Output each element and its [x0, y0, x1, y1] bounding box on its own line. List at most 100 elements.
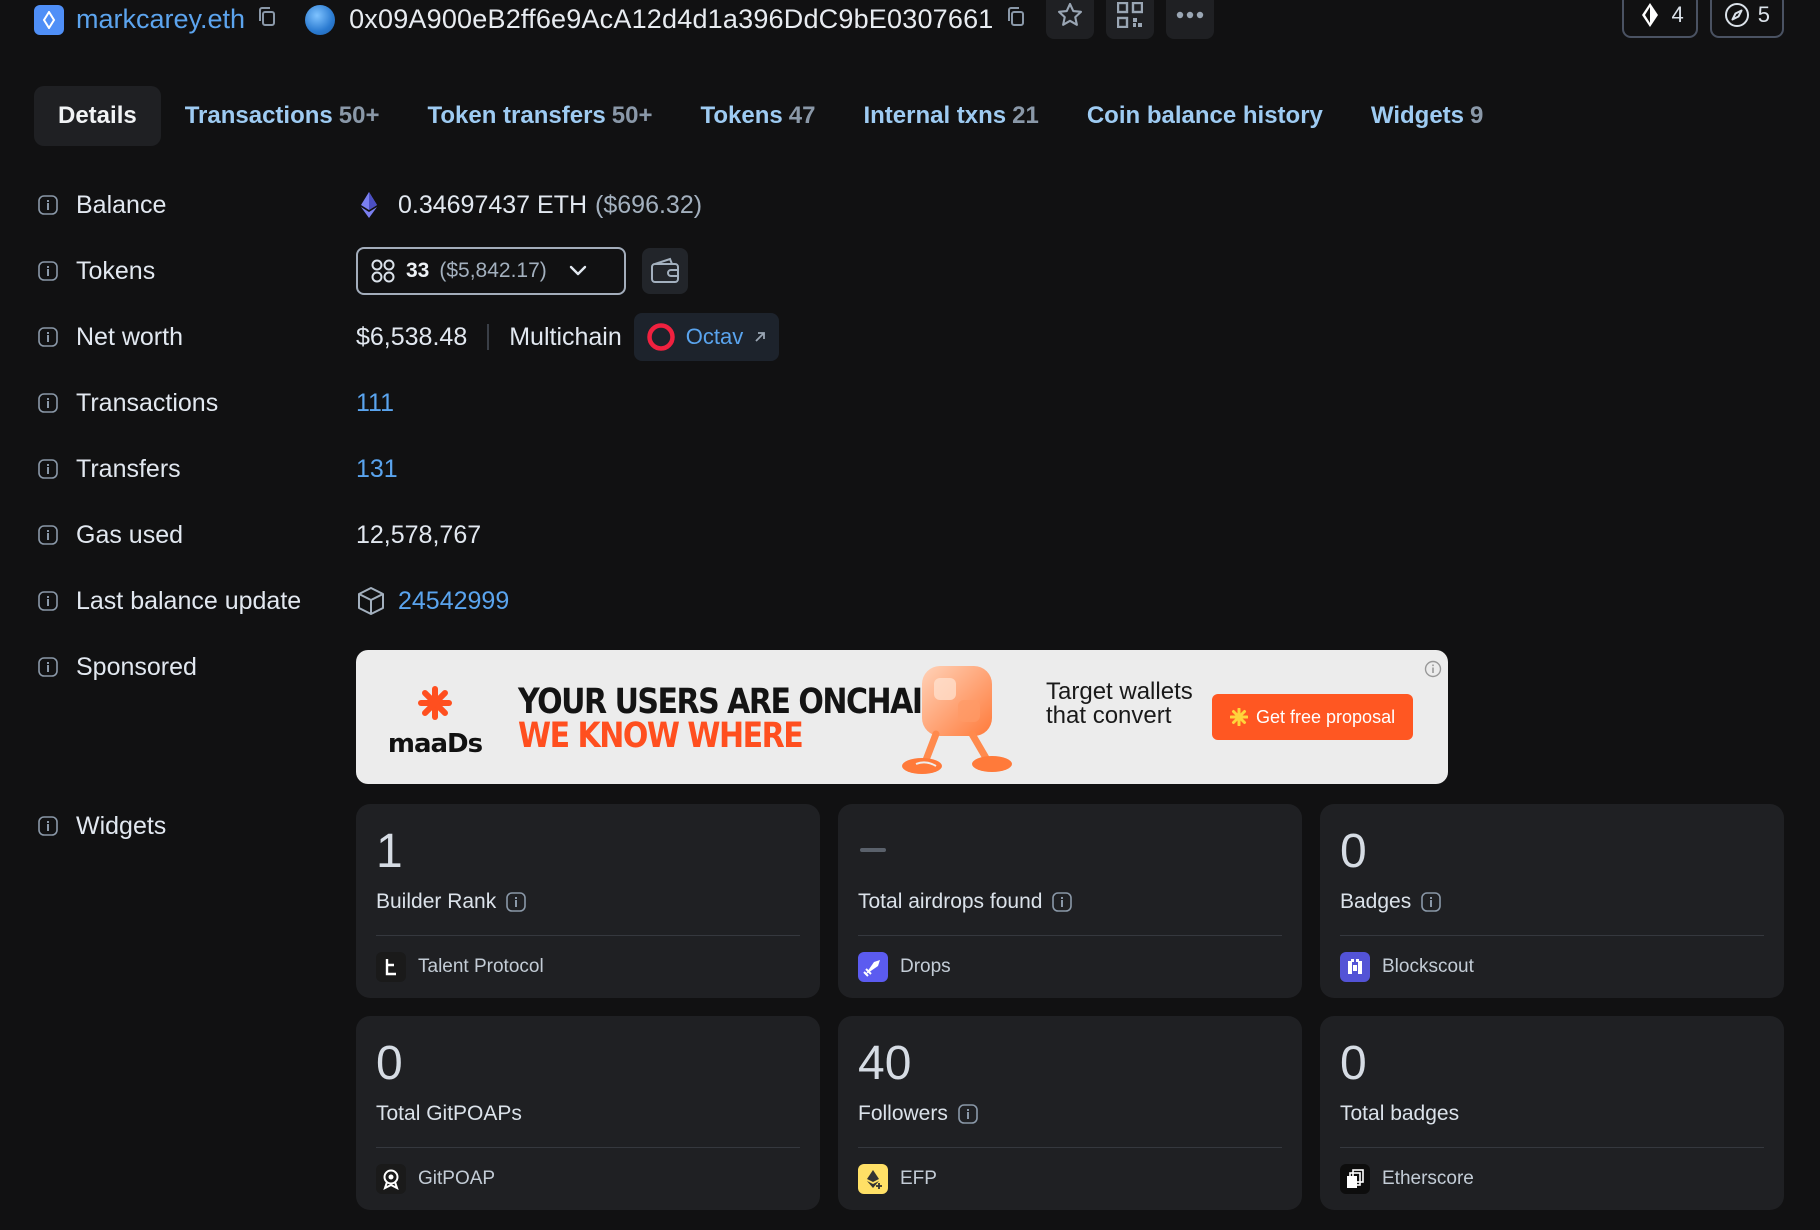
gas-label: Gas used [76, 520, 184, 549]
widget-value: 1 [376, 825, 403, 878]
tab-transactions[interactable]: Transactions 50+ [161, 86, 404, 146]
info-icon[interactable] [38, 591, 58, 611]
divider [487, 324, 490, 350]
widget-source[interactable]: Talent Protocol [376, 952, 544, 982]
sponsored-row: Sponsored [38, 642, 197, 692]
widget-source-label: GitPOAP [418, 1168, 496, 1189]
widget-card-gitpoaps[interactable]: 0 Total GitPOAPs GitPOAP [356, 1016, 820, 1210]
explorers-pill[interactable]: 5 [1709, 0, 1784, 38]
more-actions-button[interactable] [1165, 0, 1214, 39]
widget-source[interactable]: GitPOAP [376, 1164, 495, 1194]
widget-label-group: Total airdrops found [858, 890, 1073, 914]
widget-card-total-badges[interactable]: 0 Total badges Etherscore [1320, 1016, 1784, 1210]
last-update-row: Last balance update 24542999 [38, 576, 509, 626]
tab-count: 47 [788, 102, 816, 129]
balance-label: Balance [76, 190, 167, 219]
tab-tokens[interactable]: Tokens 47 [676, 86, 839, 146]
tab-count: 50+ [611, 102, 653, 129]
info-icon[interactable] [1052, 892, 1073, 912]
info-icon[interactable] [38, 459, 58, 479]
tokens-label: Tokens [76, 256, 156, 285]
ad-info-icon[interactable] [1424, 660, 1442, 678]
info-icon[interactable] [38, 261, 58, 281]
transactions-label: Transactions [76, 388, 219, 417]
widget-label: Badges [1340, 890, 1412, 913]
widget-card-total-airdrops[interactable]: Total airdrops found Drops [838, 804, 1302, 998]
copy-address-icon[interactable] [1006, 6, 1026, 33]
block-number-link[interactable]: 24542999 [398, 587, 509, 616]
address-header: markcarey.eth 0x09A900eB2ff6e9AcA12d4d1a… [34, 0, 1784, 46]
talent-protocol-icon [376, 952, 406, 982]
info-icon[interactable] [38, 816, 58, 836]
info-icon[interactable] [958, 1104, 978, 1124]
info-icon[interactable] [38, 525, 58, 545]
tokens-dropdown[interactable]: 33 ($5,842.17) [356, 247, 626, 295]
tab-details[interactable]: Details [34, 86, 161, 146]
widget-source[interactable]: Etherscore [1340, 1164, 1474, 1194]
widget-source-label: Etherscore [1382, 1168, 1474, 1189]
widget-card-builder-rank[interactable]: 1 Builder Rank Talent Protocol [356, 804, 820, 998]
ad-tagline: Target wallets that convert [1046, 678, 1193, 729]
qr-icon [1116, 2, 1143, 28]
widget-card-badges[interactable]: 0 Badges Blockscout [1320, 804, 1784, 998]
sponsored-ad-banner[interactable]: maaDs YOUR USERS ARE ONCHAIN. WE KNOW WH… [356, 650, 1448, 784]
tab-label: Widgets [1370, 102, 1465, 129]
tab-widgets[interactable]: Widgets 9 [1347, 86, 1507, 146]
tab-label: Coin balance history [1086, 102, 1323, 129]
widget-source[interactable]: EFP [858, 1164, 937, 1194]
networth-label: Net worth [76, 322, 183, 351]
wallet-icon [651, 257, 679, 283]
tab-count: 50+ [338, 102, 380, 129]
info-icon[interactable] [38, 327, 58, 347]
blockscout-icon [1340, 952, 1370, 982]
ens-name-link[interactable]: markcarey.eth [76, 4, 245, 35]
octav-link[interactable]: Octav [633, 313, 780, 361]
info-icon[interactable] [38, 195, 58, 215]
networth-value-group: $6,538.48 Multichain Octav [356, 313, 780, 361]
gas-row: Gas used 12,578,767 [38, 510, 481, 560]
asterisk-logo-icon [418, 686, 452, 720]
widget-source-label: Talent Protocol [418, 956, 544, 977]
info-icon[interactable] [38, 657, 58, 677]
ad-cta-button[interactable]: Get free proposal [1212, 694, 1414, 740]
tab-label: Token transfers [427, 102, 606, 129]
widget-source[interactable]: Drops [858, 952, 951, 982]
widget-card-followers[interactable]: 40 Followers EFP [838, 1016, 1302, 1210]
ad-mascot-image [902, 666, 1012, 774]
qr-code-button[interactable] [1105, 0, 1154, 39]
tab-internal-txns[interactable]: Internal txns 21 [839, 86, 1062, 146]
info-icon[interactable] [1421, 892, 1442, 912]
transactions-count-link[interactable]: 111 [356, 389, 394, 418]
widget-label: Total badges [1340, 1102, 1460, 1125]
tokens-count: 33 [406, 259, 430, 282]
ens-domains-pill[interactable]: 4 [1621, 0, 1698, 38]
copy-ens-icon[interactable] [257, 6, 277, 33]
widget-label-group: Badges [1340, 890, 1442, 914]
tab-coin-balance-history[interactable]: Coin balance history [1063, 86, 1347, 146]
info-icon[interactable] [506, 892, 527, 912]
address-tabs: Details Transactions 50+ Token transfers 5… [34, 86, 1507, 146]
gitpoap-icon [376, 1164, 406, 1194]
balance-row: Balance 0.34697437 ETH ($696.32) [38, 180, 702, 230]
last-update-label: Last balance update [76, 586, 302, 615]
wallet-button[interactable] [642, 248, 688, 294]
widget-source-label: Blockscout [1382, 956, 1474, 977]
address-hash: 0x09A900eB2ff6e9AcA12d4d1a396DdC9bE03076… [349, 3, 994, 34]
divider [858, 935, 1282, 936]
octav-logo-icon [647, 323, 675, 351]
ad-headline-2: WE KNOW WHERE [518, 716, 804, 757]
ethereum-icon [361, 192, 377, 218]
networth-value: $6,538.48 [356, 322, 468, 351]
widget-source[interactable]: Blockscout [1340, 952, 1474, 982]
ens-icon [1641, 3, 1658, 27]
multichain-label: Multichain [509, 322, 622, 351]
tab-token-transfers[interactable]: Token transfers 50+ [403, 86, 676, 146]
info-icon[interactable] [38, 393, 58, 413]
tab-label: Internal txns [863, 102, 1007, 129]
compass-icon [1724, 3, 1749, 27]
transactions-row: Transactions 111 [38, 378, 394, 428]
transfers-count-link[interactable]: 131 [356, 455, 398, 484]
tokens-value-group: 33 ($5,842.17) [356, 247, 688, 295]
watchlist-star-button[interactable] [1045, 0, 1094, 39]
widget-empty-value [860, 848, 886, 852]
